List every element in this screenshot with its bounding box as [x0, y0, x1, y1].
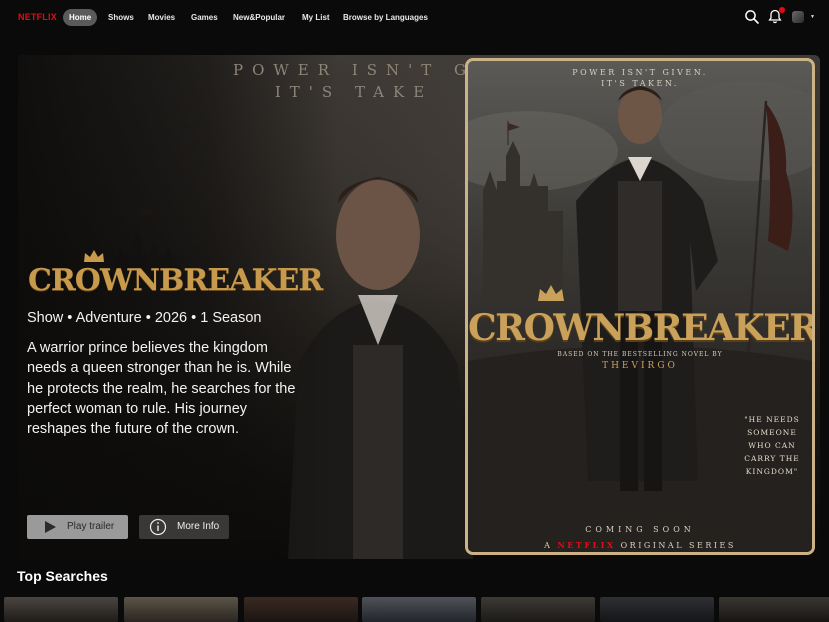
show-meta: Show • Adventure • 2026 • 1 Season — [27, 310, 262, 326]
nav-home[interactable]: Home — [63, 9, 98, 26]
netflix-logo[interactable]: NETFLIX — [18, 12, 57, 22]
title-thumbnail[interactable] — [481, 597, 595, 622]
nav-browse-languages[interactable]: Browse by Languages — [337, 9, 434, 26]
poster-quote: "HE NEEDS SOMEONE WHO CAN CARRY THE KING… — [744, 415, 800, 476]
poster-tagline: POWER ISN'T GIVEN. IT'S TAKEN. — [572, 68, 708, 88]
poster-author: THEVIRGO — [602, 361, 678, 371]
play-trailer-button[interactable]: Play trailer — [27, 515, 128, 539]
poster-coming-soon: COMING SOON — [585, 525, 695, 534]
hero-gradient — [18, 55, 338, 559]
title-thumbnail[interactable] — [600, 597, 714, 622]
avatar[interactable] — [792, 11, 804, 23]
nav-shows[interactable]: Shows — [102, 9, 140, 26]
show-poster[interactable]: POWER ISN'T GIVEN. IT'S TAKEN. CROWNBREA… — [465, 58, 815, 555]
series-brand: NETFLIX — [557, 540, 616, 550]
title-thumbnail[interactable] — [4, 597, 118, 622]
nav-games[interactable]: Games — [185, 9, 224, 26]
show-description: A warrior prince believes the kingdom ne… — [27, 340, 296, 438]
play-icon — [45, 521, 56, 533]
top-searches-row — [4, 597, 829, 622]
notification-dot — [779, 7, 785, 13]
caret-down-icon[interactable]: ▼ — [810, 14, 815, 20]
background-tagline: POWER ISN'T G IT'S TAKE — [233, 61, 466, 101]
more-info-label: More Info — [177, 521, 220, 532]
top-nav: NETFLIX Home Shows Movies Games New&Popu… — [0, 0, 829, 36]
title-thumbnail[interactable] — [124, 597, 238, 622]
title-thumbnail[interactable] — [362, 597, 476, 622]
poster-title: CROWNBREAKER — [468, 307, 815, 349]
nav-movies[interactable]: Movies — [142, 9, 181, 26]
nav-my-list[interactable]: My List — [296, 9, 336, 26]
series-prefix: A — [544, 541, 553, 550]
title-thumbnail[interactable] — [719, 597, 829, 622]
search-icon[interactable] — [744, 9, 760, 25]
nav-new-popular[interactable]: New&Popular — [227, 9, 291, 26]
poster-series-line: A NETFLIX ORIGINAL SERIES — [468, 540, 812, 550]
title-thumbnail[interactable] — [244, 597, 358, 622]
show-title-logo: CROWNBREAKER — [28, 263, 323, 298]
bell-icon[interactable] — [768, 7, 785, 25]
info-icon — [149, 518, 167, 536]
play-trailer-label: Play trailer — [67, 521, 115, 532]
series-suffix: ORIGINAL SERIES — [620, 541, 736, 550]
crown-icon — [84, 250, 104, 262]
poster-based-on: BASED ON THE BESTSELLING NOVEL BY — [557, 351, 723, 358]
row-title-top-searches: Top Searches — [17, 568, 108, 584]
more-info-button[interactable]: More Info — [139, 515, 229, 539]
